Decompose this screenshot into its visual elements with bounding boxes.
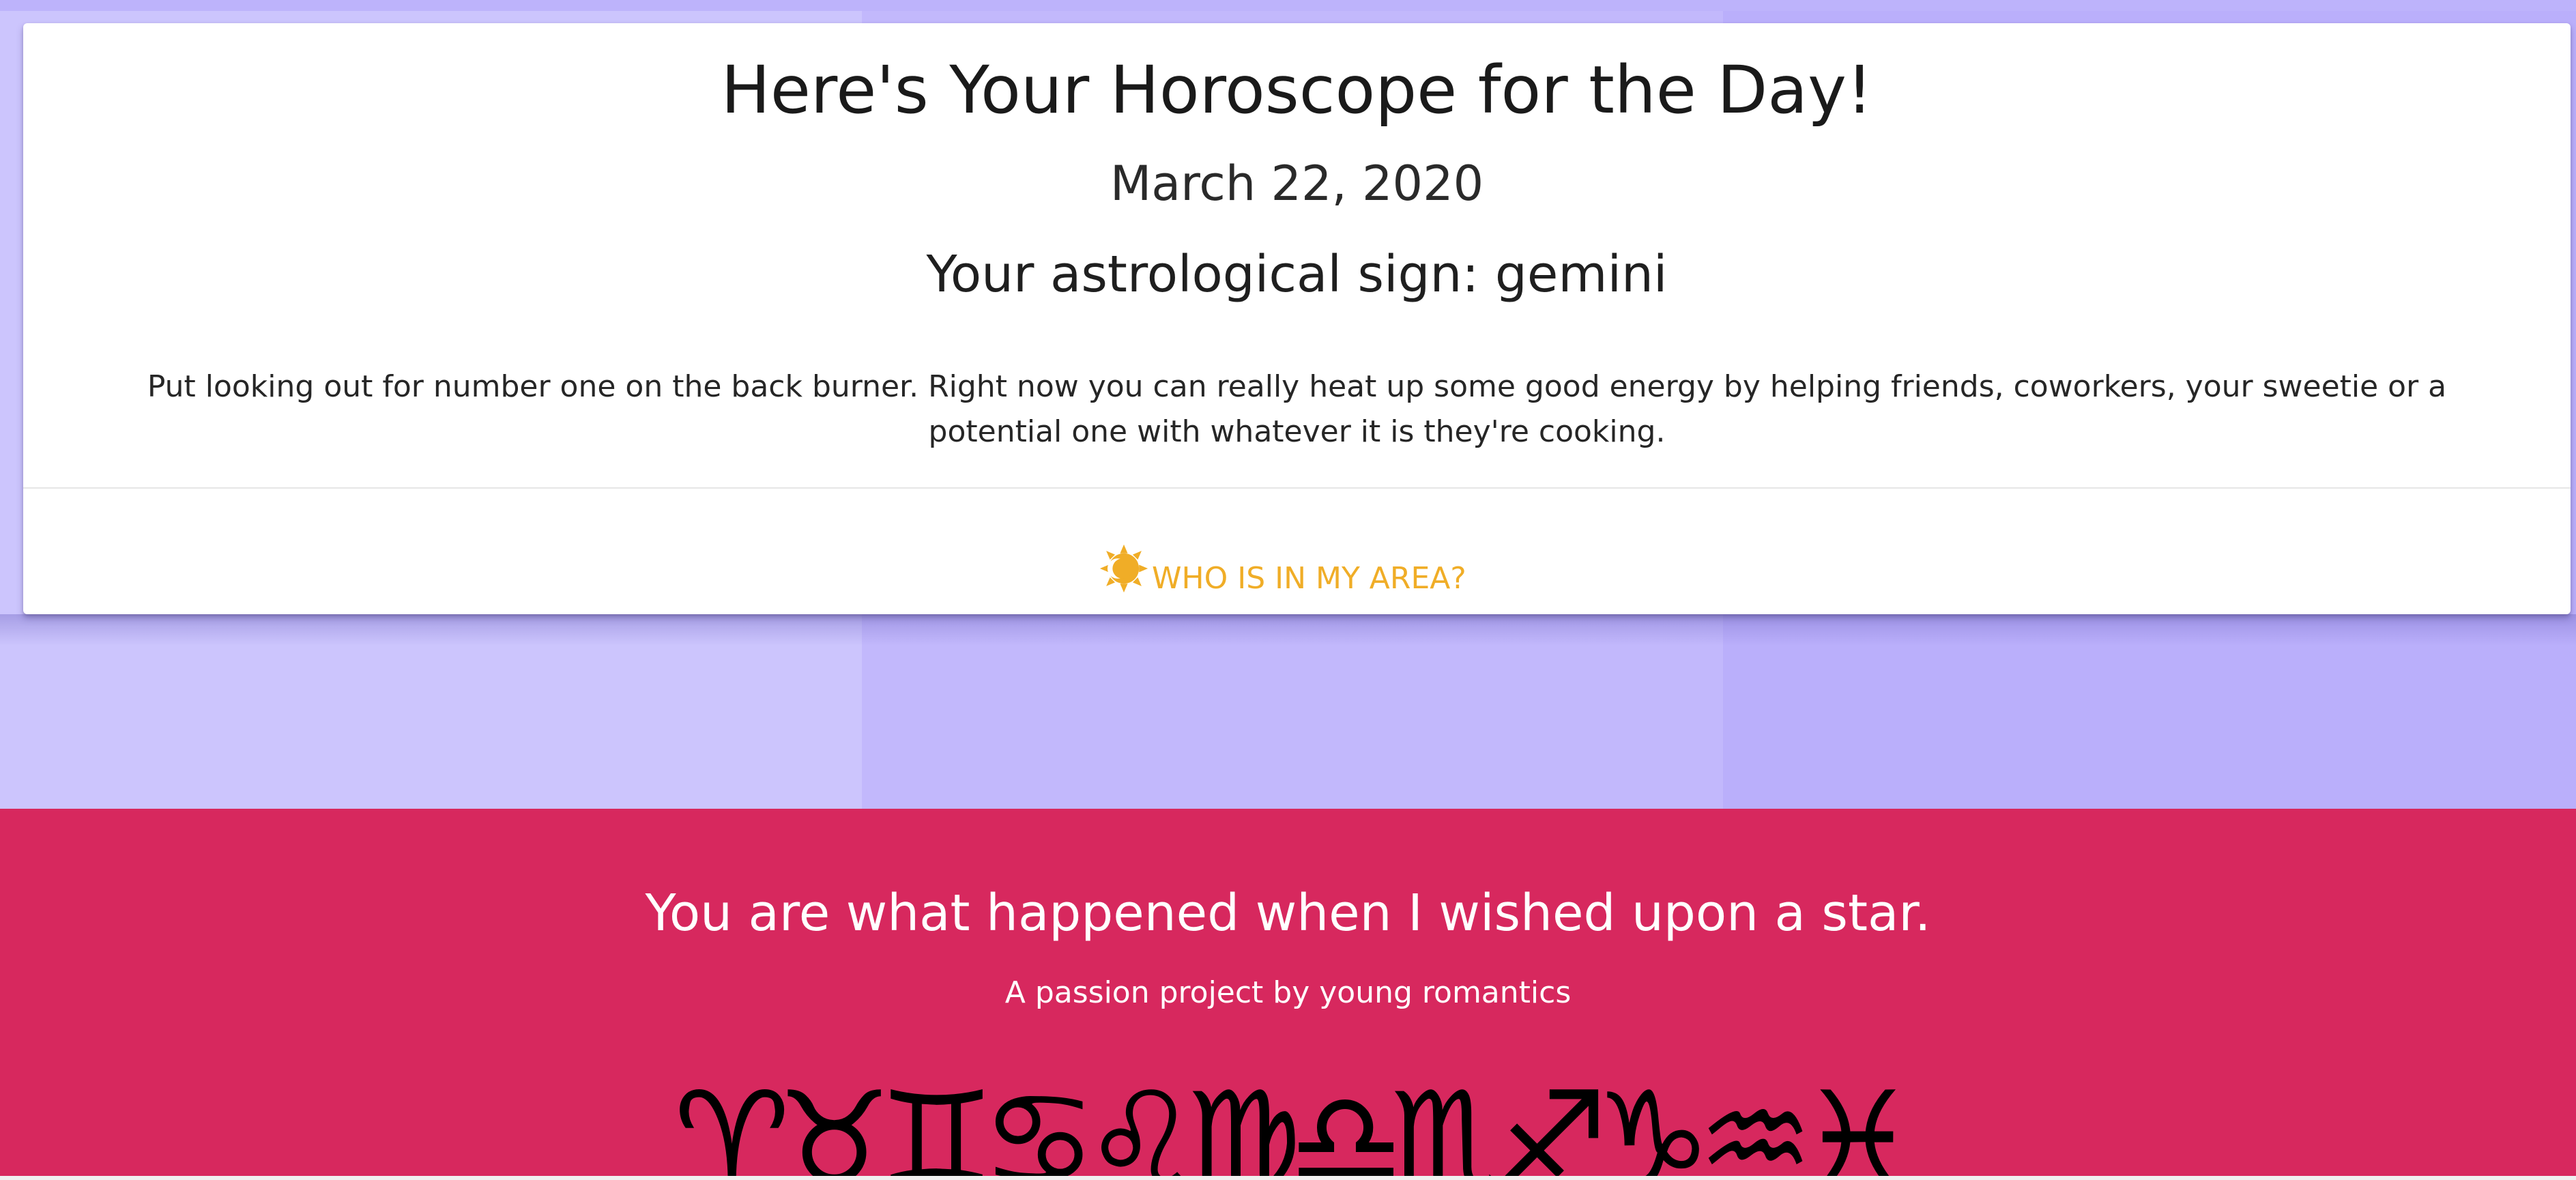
pisces-icon: ♓ [1799,1064,1916,1180]
scorpio-icon: ♏ [1390,1064,1507,1180]
sagittarius-icon: ♐ [1492,1064,1609,1180]
footer: You are what happened when I wished upon… [0,809,2576,1180]
footer-quote: You are what happened when I wished upon… [645,884,1931,942]
bottom-edge [0,1176,2576,1180]
horoscope-card: Here's Your Horoscope for the Day! March… [23,23,2571,614]
who-is-in-my-area-button[interactable]: WHO IS IN MY AREA? [1099,542,1466,603]
footer-credit: A passion project by young romantics [1004,975,1572,1010]
aquarius-icon: ♒ [1697,1064,1814,1180]
card-divider [23,487,2571,489]
cancer-icon: ♋ [981,1064,1097,1180]
gemini-icon: ♊ [878,1064,995,1180]
page-title: Here's Your Horoscope for the Day! [721,52,1873,128]
taurus-icon: ♉ [776,1064,893,1180]
purple-top-band [0,0,2576,11]
astrological-sign: Your astrological sign: gemini [926,245,1668,304]
horoscope-date: March 22, 2020 [1110,156,1484,212]
capricorn-icon: ♑ [1595,1064,1711,1180]
libra-icon: ♎ [1288,1064,1404,1180]
virgo-icon: ♍ [1185,1064,1302,1180]
who-is-in-my-area-label: WHO IS IN MY AREA? [1152,561,1466,596]
leo-icon: ♌ [1083,1064,1200,1180]
aries-icon: ♈ [674,1064,790,1180]
sun-moon-icon [1099,544,1148,593]
page: Here's Your Horoscope for the Day! March… [0,0,2576,1180]
zodiac-symbols-row: ♈♉♊♋♌♍♎♏♐♑♒♓ [0,1058,2576,1180]
horoscope-text: Put looking out for number one on the ba… [147,369,2447,449]
card-shadow [0,614,2576,646]
